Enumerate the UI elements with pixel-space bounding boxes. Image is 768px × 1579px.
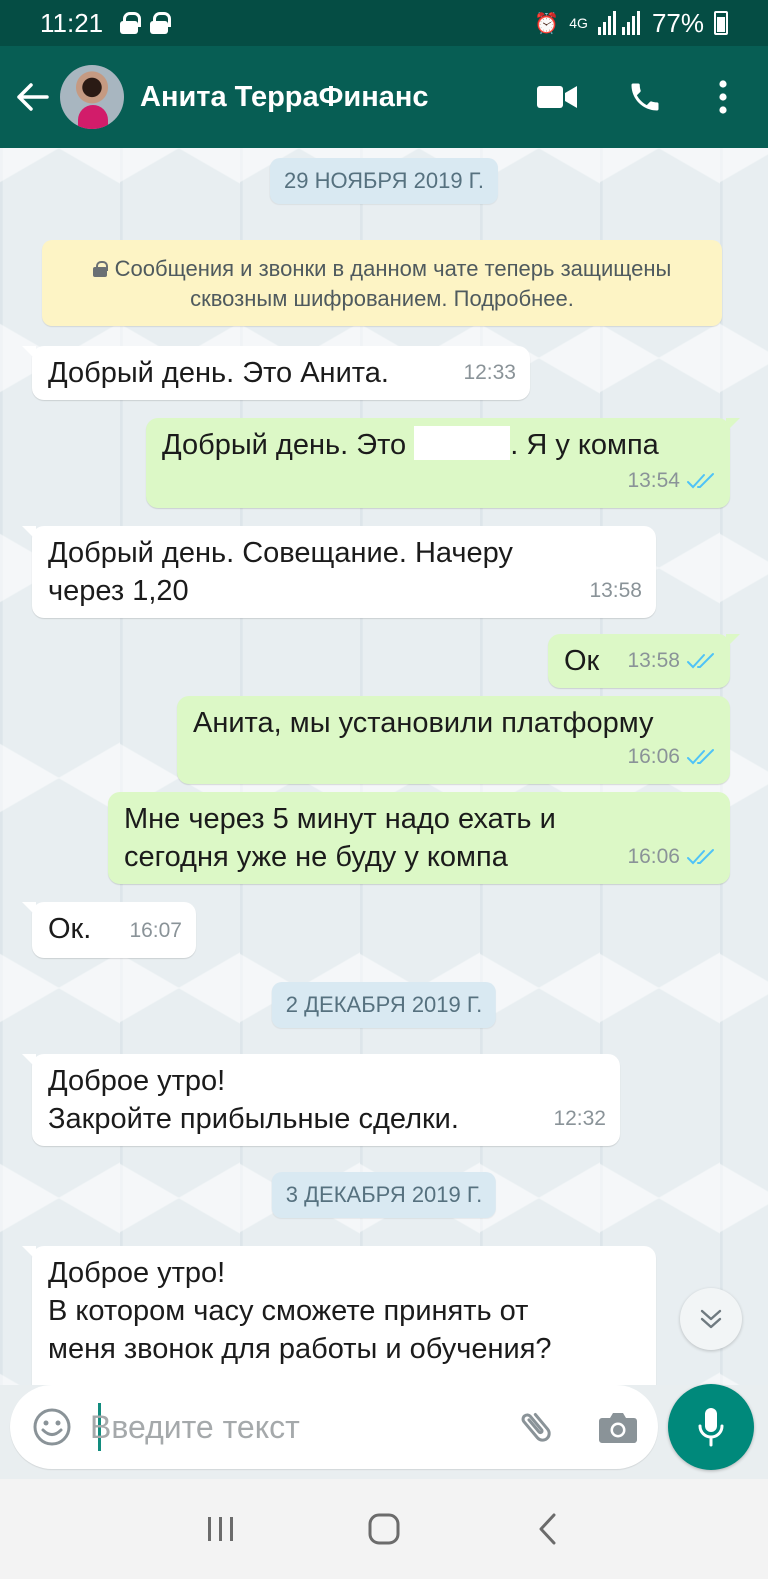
message-incoming[interactable]: Добрый день. Совещание. Начеру через 1,2…: [22, 526, 656, 618]
more-vert-icon: [719, 80, 727, 114]
message-text: Добрый день. Совещание. Начеру через 1,2…: [48, 537, 513, 607]
nav-back-icon: [539, 1513, 556, 1545]
back-button[interactable]: [4, 46, 60, 148]
date-separator: 29 НОЯБРЯ 2019 Г.: [269, 158, 499, 204]
message-outgoing[interactable]: Мне через 5 минут надо ехать и сегодня у…: [108, 792, 730, 884]
message-incoming[interactable]: Доброе утро! В котором часу сможете прин…: [22, 1246, 656, 1385]
double-check-icon: [687, 473, 714, 489]
compose-field: [10, 1385, 658, 1469]
message-incoming[interactable]: Добрый день. Это Анита. 12:33: [22, 346, 530, 400]
home-icon: [368, 1513, 400, 1545]
message-text: Доброе утро! Закройте прибыльные сделки.: [48, 1065, 459, 1135]
network-type: 4G: [569, 15, 588, 31]
avatar[interactable]: [60, 65, 124, 129]
double-check-icon: [687, 653, 714, 669]
recents-icon: [208, 1517, 234, 1541]
video-call-icon: [537, 86, 577, 108]
attach-icon: [521, 1413, 551, 1442]
scroll-down-button[interactable]: [680, 1288, 742, 1350]
battery-percent: 77%: [651, 7, 704, 38]
status-bar: 11:21 ⏰ 4G 77%: [0, 0, 768, 46]
message-text: Добрый день. Это . Я у компа: [162, 426, 714, 464]
battery-icon: [714, 11, 728, 35]
chat-area[interactable]: 29 НОЯБРЯ 2019 Г. Сообщения и звонки в д…: [0, 148, 768, 1385]
date-separator: 3 ДЕКАБРЯ 2019 Г.: [271, 1172, 497, 1218]
message-text: Анита, мы установили платформу: [193, 707, 654, 739]
message-time: 16:06: [627, 745, 680, 768]
message-input[interactable]: [90, 1399, 500, 1455]
message-time: 13:54: [627, 469, 680, 492]
camera-button[interactable]: [590, 1401, 646, 1453]
message-time: 16:06: [627, 845, 680, 868]
system-back-button[interactable]: [517, 1499, 577, 1559]
compose-bar: [0, 1384, 768, 1479]
message-incoming[interactable]: Доброе утро! Закройте прибыльные сделки.…: [22, 1054, 620, 1146]
message-time: 13:58: [589, 579, 642, 602]
video-call-button[interactable]: [522, 62, 592, 132]
voice-message-button[interactable]: [668, 1384, 754, 1470]
encryption-notice[interactable]: Сообщения и звонки в данном чате теперь …: [42, 240, 722, 326]
emoji-icon: [33, 1408, 71, 1446]
message-outgoing[interactable]: Анита, мы установили платформу 16:06: [177, 696, 730, 784]
message-time: 12:33: [463, 361, 516, 384]
lock-icon: [149, 12, 172, 34]
phone-icon: [631, 83, 659, 111]
redacted-name: [414, 426, 511, 460]
status-time: 11:21: [40, 7, 104, 38]
camera-icon: [599, 1413, 637, 1443]
alarm-icon: ⏰: [534, 12, 560, 35]
encryption-notice-text: Сообщения и звонки в данном чате теперь …: [114, 256, 672, 311]
message-outgoing[interactable]: Добрый день. Это . Я у компа 13:54: [146, 418, 740, 508]
system-nav-bar: [0, 1479, 768, 1579]
signal-icon: [597, 11, 640, 35]
message-time: 16:07: [129, 919, 182, 942]
lock-icon: [92, 261, 108, 277]
double-check-icon: [687, 749, 714, 765]
emoji-button[interactable]: [26, 1401, 78, 1453]
voice-call-button[interactable]: [610, 62, 680, 132]
message-incoming[interactable]: Ок. 16:07: [22, 902, 196, 958]
home-button[interactable]: [354, 1499, 414, 1559]
double-check-icon: [687, 849, 714, 865]
lock-icon: [119, 12, 142, 34]
contact-name[interactable]: Анита ТерраФинанс: [140, 81, 522, 114]
message-text: Мне через 5 минут надо ехать и сегодня у…: [124, 803, 556, 873]
message-time: 12:32: [553, 1107, 606, 1130]
more-options-button[interactable]: [688, 62, 758, 132]
recents-button[interactable]: [191, 1499, 251, 1559]
attach-button[interactable]: [510, 1401, 562, 1453]
back-arrow-icon: [17, 83, 49, 111]
scroll-down-icon: [700, 1309, 722, 1329]
message-time: 13:58: [627, 649, 680, 672]
mic-icon: [698, 1408, 724, 1447]
message-text: Добрый день. Это Анита.: [48, 357, 389, 389]
date-separator: 2 ДЕКАБРЯ 2019 Г.: [271, 982, 497, 1028]
message-outgoing[interactable]: Ок 13:58: [548, 634, 740, 688]
message-text: Доброе утро! В котором часу сможете прин…: [48, 1257, 552, 1365]
chat-header: Анита ТерраФинанс: [0, 46, 768, 148]
